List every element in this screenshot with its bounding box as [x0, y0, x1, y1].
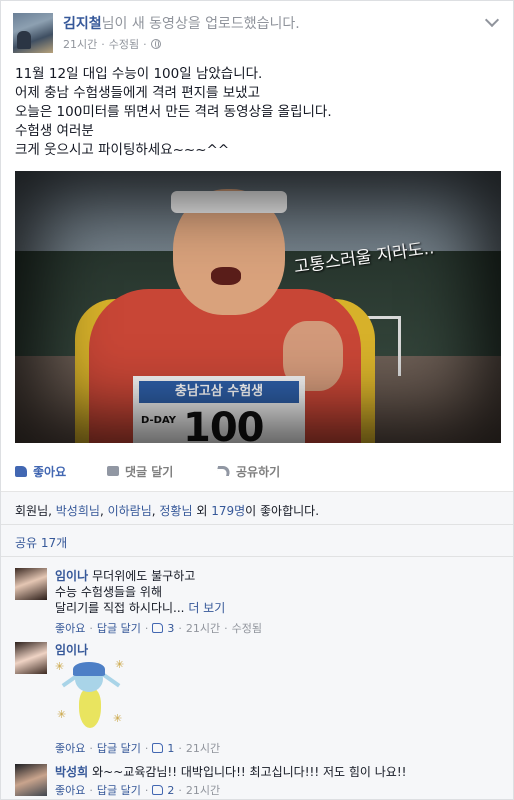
comment-text: 무더위에도 불구하고	[92, 569, 196, 583]
action-bar: 좋아요 댓글 달기 공유하기	[15, 457, 501, 485]
comment-like-count[interactable]: 1	[167, 742, 174, 755]
comment-reply-link[interactable]: 답글 달기	[97, 740, 141, 756]
post-text-line: 수험생 여러분	[15, 123, 94, 139]
commenter-name[interactable]: 박성희	[55, 765, 88, 779]
shares-link[interactable]: 공유 17개	[15, 534, 67, 551]
post-meta: 21시간 · 수정됨 ·	[63, 36, 161, 52]
comment-text: 수능 수험생들을 위해	[55, 585, 162, 599]
comment-button[interactable]: 댓글 달기	[107, 463, 217, 480]
commenter-name[interactable]: 임이나	[55, 569, 88, 583]
post-edited[interactable]: 수정됨	[109, 36, 139, 52]
sparkle-icon: ✳	[113, 712, 123, 725]
post-text: 11월 12일 대입 수능이 100일 남았습니다. 어제 충남 수험생들에게 …	[15, 65, 501, 160]
comment-meta: 좋아요 · 답글 달기 · 3 · 21시간 · 수정됨	[55, 620, 262, 636]
comment-time[interactable]: 21시간	[186, 782, 220, 798]
like-button[interactable]: 좋아요	[15, 463, 107, 480]
sparkle-icon: ✳	[55, 660, 65, 673]
thumbs-up-icon	[152, 743, 164, 753]
post-time[interactable]: 21시간	[63, 36, 97, 52]
thumbs-up-icon	[152, 785, 164, 795]
thumbs-up-icon	[152, 623, 164, 633]
comment-like-count[interactable]: 3	[167, 622, 174, 635]
sticker-image: ✳ ✳ ✳ ✳	[55, 658, 127, 734]
share-button[interactable]: 공유하기	[216, 463, 281, 480]
comment-reply-link[interactable]: 답글 달기	[97, 620, 141, 636]
sparkle-icon: ✳	[115, 658, 125, 671]
divider	[1, 556, 513, 557]
post-text-line: 11월 12일 대입 수능이 100일 남았습니다.	[15, 66, 263, 82]
post-text-line: 오늘은 100미터를 뛰면서 만든 격려 동영상을 올립니다.	[15, 104, 332, 120]
chevron-down-icon[interactable]	[484, 12, 500, 28]
comment-like-count[interactable]: 2	[167, 784, 174, 797]
post-action-text: 님이 새 동영상을 업로드했습니다.	[101, 16, 300, 32]
likes-others-link[interactable]: 179명	[211, 504, 245, 518]
comment-body: 임이나 무더위에도 불구하고 수능 수험생들을 위해 달리기를 직접 하시다니..…	[55, 568, 225, 616]
comment-body: 박성희 와~~교육감님!! 대박입니다!! 최고십니다!!! 저도 힘이 나요!!	[55, 764, 406, 780]
liker-name[interactable]: 이하람님	[108, 504, 152, 518]
comment-text: 달리기를 직접 하시다니...	[55, 601, 185, 615]
author-name[interactable]: 김지철	[63, 16, 102, 32]
divider	[1, 524, 513, 525]
commenter-name[interactable]: 임이나	[55, 643, 88, 657]
liker-name[interactable]: 정황님	[159, 504, 192, 518]
comment-like-link[interactable]: 좋아요	[55, 740, 85, 756]
comment-reply-link[interactable]: 답글 달기	[97, 782, 141, 798]
post-card: 김지철님이 새 동영상을 업로드했습니다. 21시간 · 수정됨 · 11월 1…	[0, 0, 514, 800]
commenter-avatar[interactable]	[15, 764, 47, 796]
comment-meta: 좋아요 · 답글 달기 · 1 · 21시간	[55, 740, 221, 756]
sparkle-icon: ✳	[57, 708, 67, 721]
comment-text: 와~~교육감님!! 대박입니다!! 최고십니다!!! 저도 힘이 나요!!	[92, 765, 407, 779]
post-text-line: 어제 충남 수험생들에게 격려 편지를 보냈고	[15, 85, 261, 101]
post-header: 김지철님이 새 동영상을 업로드했습니다. 21시간 · 수정됨 ·	[13, 11, 501, 55]
comment-time[interactable]: 21시간	[186, 740, 220, 756]
comment-label: 댓글 달기	[125, 464, 174, 479]
comment-edited[interactable]: 수정됨	[232, 620, 262, 636]
share-icon	[216, 466, 231, 476]
comment-like-link[interactable]: 좋아요	[55, 782, 85, 798]
globe-icon[interactable]	[150, 39, 161, 49]
comment-body: 임이나	[55, 642, 92, 658]
author-avatar[interactable]	[13, 13, 53, 53]
commenter-avatar[interactable]	[15, 568, 47, 600]
commenter-avatar[interactable]	[15, 642, 47, 674]
feedback-section: 회원님, 박성희님, 이하람님, 정황님 외 179명이 좋아합니다. 공유 1…	[1, 491, 513, 799]
author-line: 김지철님이 새 동영상을 업로드했습니다.	[63, 13, 300, 33]
see-more-link[interactable]: 더 보기	[188, 601, 225, 615]
post-text-line: 크게 웃으시고 파이팅하세요~~~^^	[15, 142, 230, 158]
likes-summary: 회원님, 박성희님, 이하람님, 정황님 외 179명이 좋아합니다.	[15, 504, 320, 518]
comment-meta: 좋아요 · 답글 달기 · 2 · 21시간	[55, 782, 221, 798]
liker-name[interactable]: 박성희님	[56, 504, 100, 518]
like-label: 좋아요	[33, 464, 67, 479]
thumbs-up-icon	[15, 465, 27, 477]
comment-like-link[interactable]: 좋아요	[55, 620, 85, 636]
comment-time[interactable]: 21시간	[186, 620, 220, 636]
video-player[interactable]: 충남고삼 수험생 D-DAY 100 고통스러울 지라도..	[15, 171, 501, 443]
share-label: 공유하기	[236, 464, 281, 479]
liker-name: 회원님	[15, 504, 49, 518]
comment-icon	[107, 466, 119, 476]
